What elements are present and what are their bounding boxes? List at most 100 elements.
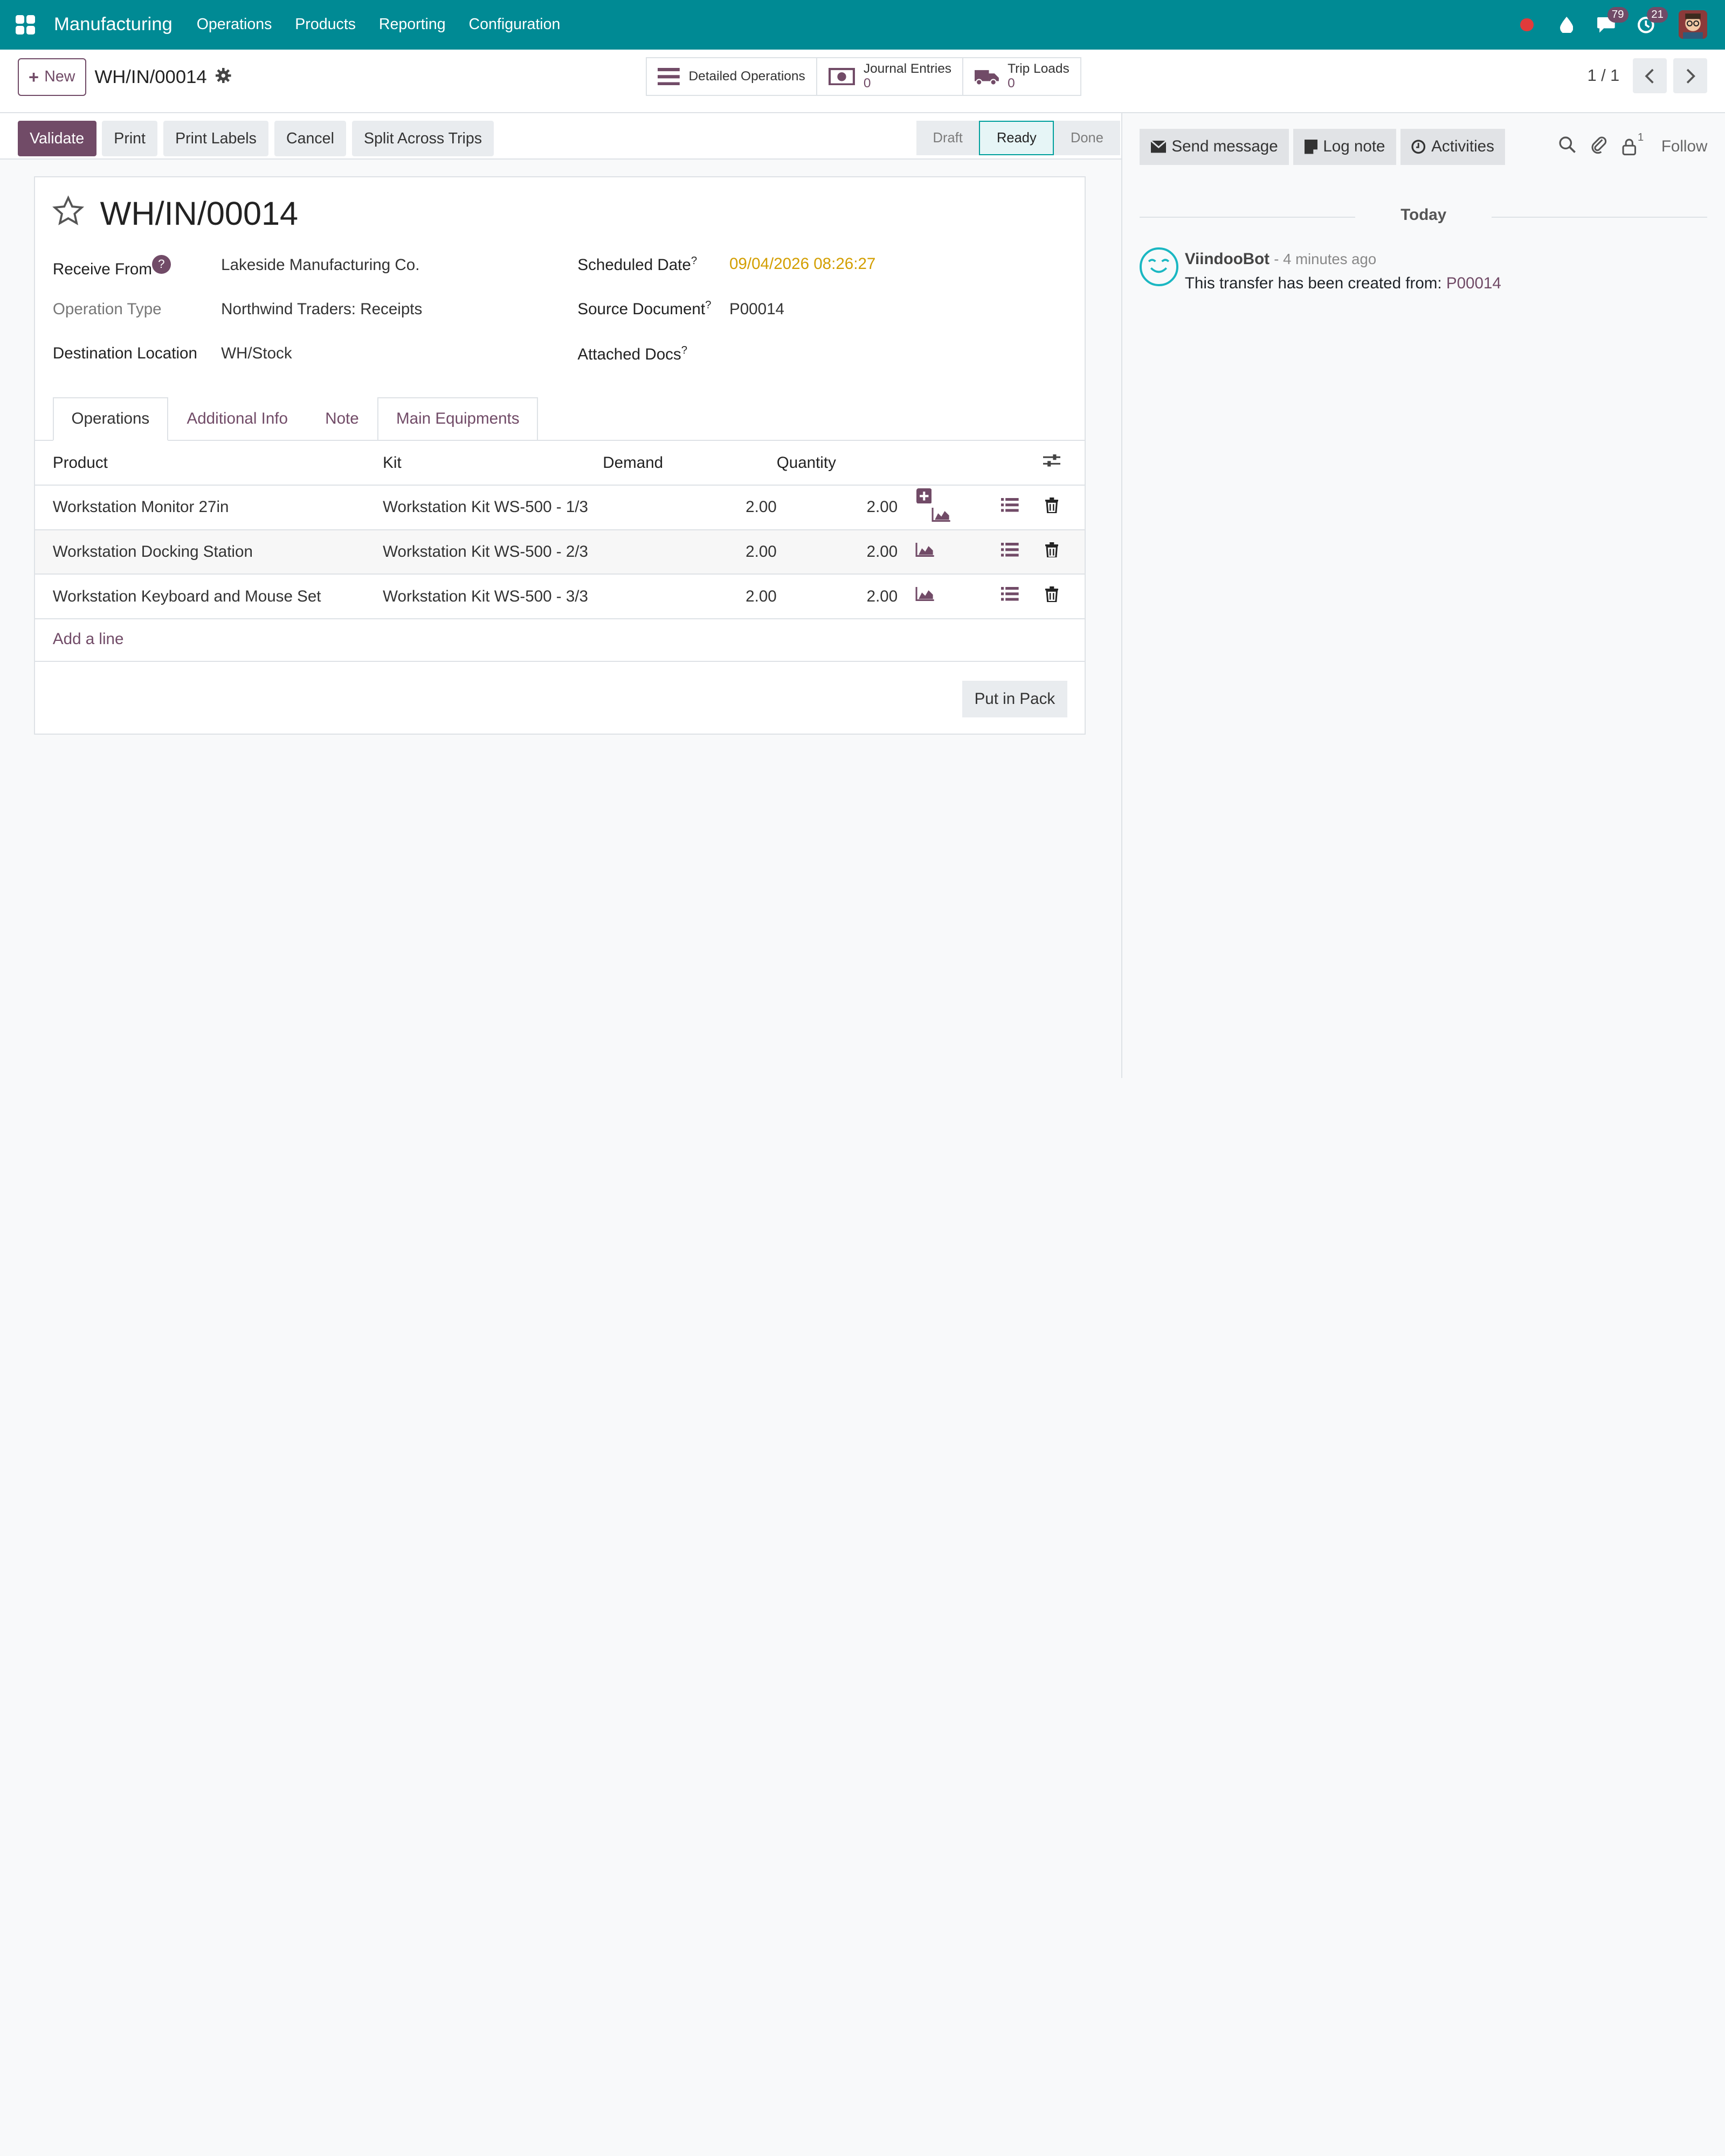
money-icon: [828, 67, 855, 86]
paperclip-icon[interactable]: [1591, 135, 1607, 158]
stage-draft[interactable]: Draft: [916, 121, 979, 155]
message-link[interactable]: P00014: [1446, 274, 1501, 292]
today-separator: Today: [1140, 206, 1708, 224]
send-message-button[interactable]: Send message: [1140, 128, 1289, 165]
trash-icon[interactable]: [1018, 574, 1085, 619]
user-avatar[interactable]: [1679, 10, 1708, 39]
add-line-link[interactable]: Add a line: [53, 630, 124, 648]
detailed-operations-button[interactable]: Detailed Operations: [647, 58, 818, 95]
clock-icon: [1411, 140, 1426, 154]
tab-main-equipments[interactable]: Main Equipments: [377, 397, 539, 441]
activities-button[interactable]: Activities: [1400, 128, 1506, 165]
search-icon[interactable]: [1558, 136, 1576, 158]
row-kit[interactable]: Workstation Kit WS-500 - 2/3: [383, 529, 603, 575]
message-author[interactable]: ViindooBot: [1185, 250, 1269, 268]
message-text: This transfer has been created from:: [1184, 274, 1446, 293]
destination-label: Destination Location: [52, 344, 197, 362]
destination-field[interactable]: WH/Stock: [221, 344, 292, 363]
table-row[interactable]: Workstation Docking Station Workstation …: [35, 529, 1085, 575]
envelope-icon: [1150, 141, 1167, 153]
plus-icon: +: [29, 66, 39, 87]
trash-icon[interactable]: [1018, 485, 1085, 530]
row-quantity[interactable]: 2.00: [776, 574, 898, 619]
cancel-button[interactable]: Cancel: [274, 121, 347, 156]
print-labels-button[interactable]: Print Labels: [163, 121, 269, 156]
scheduled-date-field[interactable]: 09/04/2026 08:26:27: [729, 255, 875, 273]
forecast-chart-icon[interactable]: [915, 542, 934, 561]
details-list-icon[interactable]: [968, 529, 1019, 575]
row-kit[interactable]: Workstation Kit WS-500 - 1/3: [383, 485, 603, 530]
menu-operations[interactable]: Operations: [197, 16, 272, 33]
followers-button[interactable]: 1: [1622, 132, 1644, 156]
column-demand[interactable]: Demand: [603, 441, 777, 486]
tab-additional-info[interactable]: Additional Info: [168, 397, 307, 441]
column-kit[interactable]: Kit: [383, 441, 603, 486]
row-product[interactable]: Workstation Monitor 27in: [35, 485, 383, 530]
plus-square-icon[interactable]: [916, 488, 932, 507]
trip-loads-button[interactable]: Trip Loads 0: [963, 58, 1080, 94]
put-in-pack-button[interactable]: Put in Pack: [962, 681, 1067, 717]
journal-entries-button[interactable]: Journal Entries 0: [817, 58, 964, 95]
forecast-chart-icon[interactable]: [915, 587, 934, 605]
menu-configuration[interactable]: Configuration: [469, 16, 561, 33]
activities-clock-icon[interactable]: 21: [1626, 7, 1668, 34]
star-icon[interactable]: [52, 195, 85, 232]
menu-reporting[interactable]: Reporting: [379, 16, 446, 33]
details-list-icon[interactable]: [968, 485, 1019, 530]
source-document-field[interactable]: P00014: [729, 300, 784, 319]
message-time: - 4 minutes ago: [1274, 251, 1377, 268]
table-row[interactable]: Workstation Keyboard and Mouse Set Works…: [35, 574, 1085, 619]
receive-from-label: Receive From?: [53, 255, 171, 279]
print-button[interactable]: Print: [101, 121, 158, 156]
source-document-label: Source Document?: [577, 299, 712, 318]
row-quantity[interactable]: 2.00: [776, 485, 898, 530]
pager-value[interactable]: 1 / 1: [1588, 66, 1620, 85]
optional-columns-icon[interactable]: [1018, 441, 1085, 486]
menu-products[interactable]: Products: [295, 16, 356, 33]
row-demand: 2.00: [603, 485, 777, 530]
new-button[interactable]: + New: [17, 58, 86, 96]
log-note-button[interactable]: Log note: [1293, 128, 1396, 165]
row-product[interactable]: Workstation Keyboard and Mouse Set: [35, 574, 383, 619]
messages-badge: 79: [1607, 7, 1629, 23]
gear-icon[interactable]: [216, 67, 231, 88]
messages-icon[interactable]: 79: [1586, 7, 1629, 34]
apps-menu-icon[interactable]: [15, 15, 36, 35]
control-panel: + New WH/IN/00014 Detailed Operations Jo…: [0, 49, 1725, 114]
app-name[interactable]: Manufacturing: [54, 14, 172, 35]
row-quantity[interactable]: 2.00: [776, 529, 898, 575]
drop-icon[interactable]: [1547, 16, 1586, 33]
stage-ready[interactable]: Ready: [979, 121, 1054, 155]
notebook-tabs: Operations Additional Info Note Main Equ…: [52, 397, 539, 441]
trash-icon[interactable]: [1018, 529, 1085, 575]
operation-type-field[interactable]: Northwind Traders: Receipts: [221, 300, 422, 319]
tab-note[interactable]: Note: [307, 397, 378, 441]
help-icon[interactable]: ?: [151, 255, 171, 274]
row-product[interactable]: Workstation Docking Station: [35, 529, 383, 575]
column-product[interactable]: Product: [35, 441, 383, 486]
receive-from-field[interactable]: Lakeside Manufacturing Co.: [221, 256, 419, 274]
table-row[interactable]: Workstation Monitor 27in Workstation Kit…: [35, 485, 1085, 530]
recording-icon[interactable]: [1507, 18, 1547, 32]
journal-entries-label: Journal Entries: [863, 61, 952, 77]
table-footer-divider: [35, 661, 1085, 662]
stage-done[interactable]: Done: [1054, 121, 1120, 155]
bot-avatar[interactable]: [1140, 247, 1178, 286]
scheduled-date-label: Scheduled Date?: [577, 255, 698, 274]
smart-buttons: Detailed Operations Journal Entries 0 Tr…: [645, 57, 1082, 96]
details-list-icon[interactable]: [968, 574, 1019, 619]
forecast-chart-icon[interactable]: [932, 508, 951, 526]
row-kit[interactable]: Workstation Kit WS-500 - 3/3: [383, 574, 603, 619]
breadcrumb: WH/IN/00014: [95, 67, 231, 88]
validate-button[interactable]: Validate: [17, 121, 96, 156]
column-quantity[interactable]: Quantity: [776, 441, 898, 486]
tab-operations[interactable]: Operations: [52, 397, 168, 441]
chevron-right-icon: [1686, 68, 1695, 84]
follow-button[interactable]: Follow: [1661, 137, 1707, 156]
split-across-trips-button[interactable]: Split Across Trips: [351, 121, 494, 156]
chevron-left-icon: [1645, 68, 1654, 84]
pager-previous-button[interactable]: [1632, 58, 1667, 94]
pager-next-button[interactable]: [1673, 58, 1708, 94]
trip-loads-label: Trip Loads: [1008, 61, 1070, 77]
trip-loads-count: 0: [1008, 75, 1015, 91]
